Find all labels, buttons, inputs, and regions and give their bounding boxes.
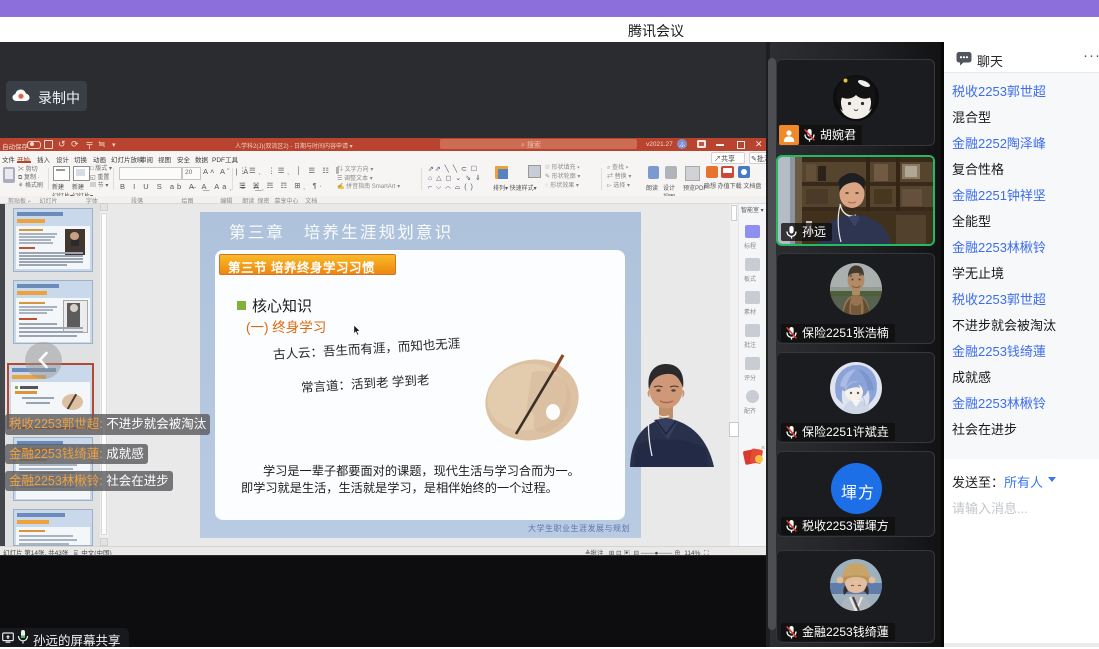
svg-text:×: × [761, 445, 765, 452]
